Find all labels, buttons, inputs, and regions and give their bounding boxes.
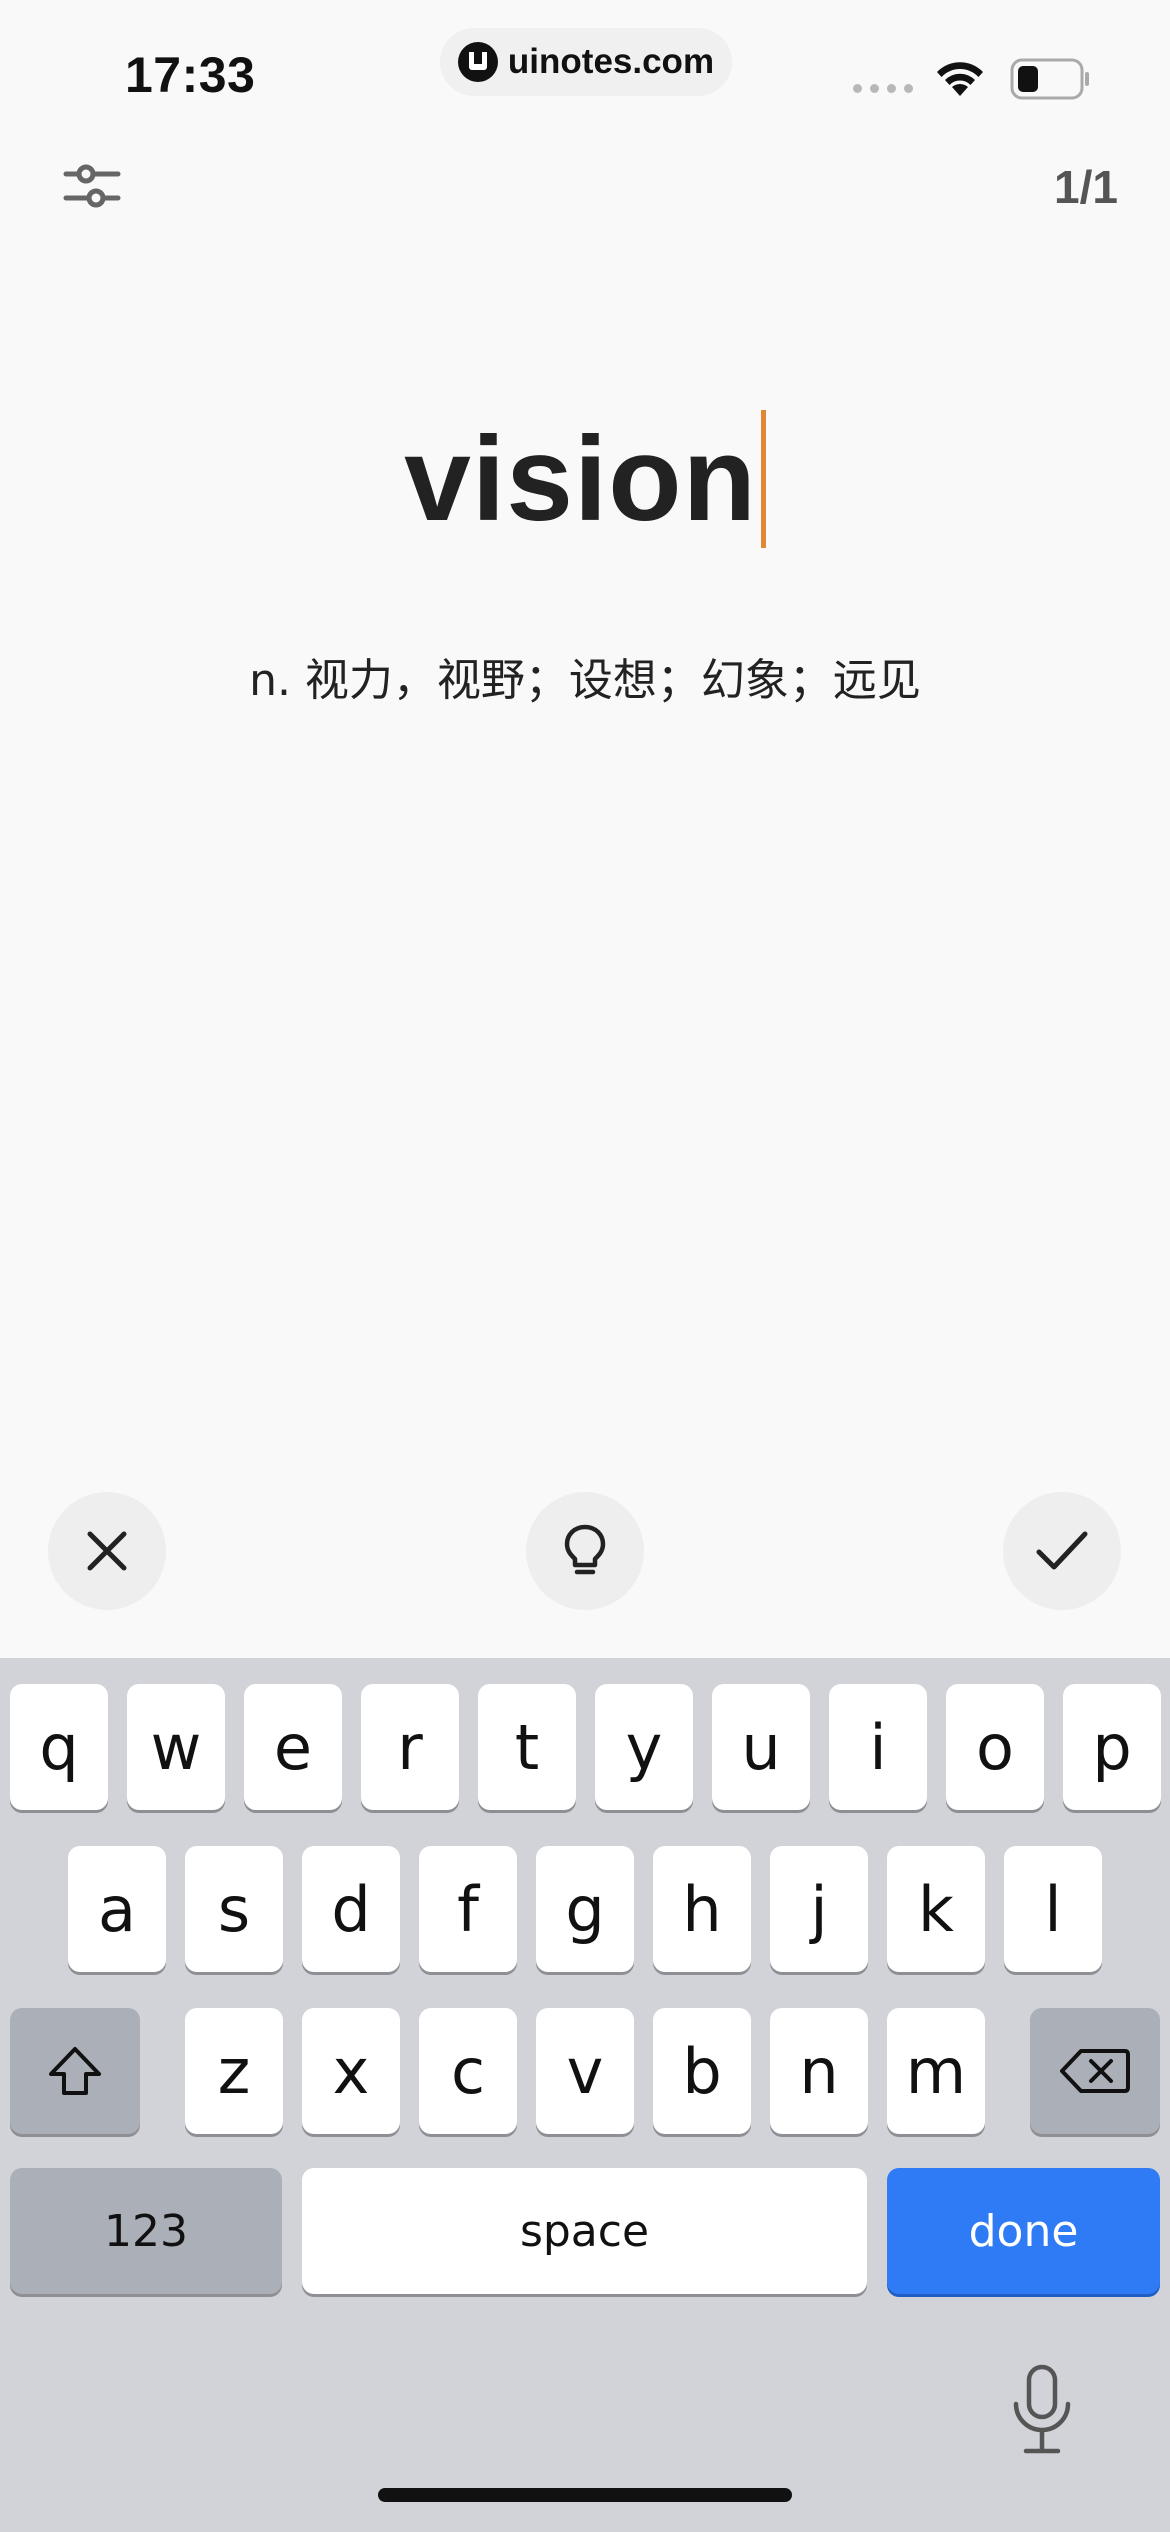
key-a[interactable]: a	[68, 1846, 166, 1972]
cellular-signal-icon	[853, 84, 913, 93]
wifi-icon	[937, 62, 983, 96]
key-f[interactable]: f	[419, 1846, 517, 1972]
screen: 17:33 uinotes.com 1/1 vision n. 视力，视野；设想…	[0, 0, 1170, 2532]
space-key[interactable]: space	[302, 2168, 867, 2294]
key-m[interactable]: m	[887, 2008, 985, 2134]
backspace-key[interactable]	[1030, 2008, 1160, 2134]
status-time: 17:33	[125, 47, 256, 103]
key-q[interactable]: q	[10, 1684, 108, 1810]
text-caret	[760, 410, 766, 548]
lightbulb-icon	[564, 1524, 606, 1575]
key-c[interactable]: c	[419, 2008, 517, 2134]
wrong-button[interactable]	[48, 1492, 166, 1610]
key-e[interactable]: e	[244, 1684, 342, 1810]
key-w[interactable]: w	[127, 1684, 225, 1810]
shift-key[interactable]	[10, 2008, 140, 2134]
hint-button[interactable]	[526, 1492, 644, 1610]
key-y[interactable]: y	[595, 1684, 693, 1810]
key-j[interactable]: j	[770, 1846, 868, 1972]
key-t[interactable]: t	[478, 1684, 576, 1810]
key-v[interactable]: v	[536, 2008, 634, 2134]
key-d[interactable]: d	[302, 1846, 400, 1972]
numbers-key[interactable]: 123	[10, 2168, 282, 2294]
key-z[interactable]: z	[185, 2008, 283, 2134]
key-o[interactable]: o	[946, 1684, 1044, 1810]
key-k[interactable]: k	[887, 1846, 985, 1972]
home-indicator[interactable]	[378, 2488, 792, 2502]
key-x[interactable]: x	[302, 2008, 400, 2134]
key-h[interactable]: h	[653, 1846, 751, 1972]
key-g[interactable]: g	[536, 1846, 634, 1972]
done-key[interactable]: done	[887, 2168, 1160, 2294]
checkmark-icon	[1036, 1531, 1088, 1570]
sliders-icon	[63, 164, 121, 208]
word-definition: n. 视力，视野；设想；幻象；远见	[249, 655, 921, 706]
shift-arrow-icon	[49, 2047, 101, 2095]
close-icon	[87, 1531, 127, 1571]
card-counter: 1/1	[1054, 161, 1118, 213]
microphone-icon[interactable]	[1010, 2364, 1074, 2456]
site-logo-icon	[457, 42, 498, 82]
keyboard: q w e r t y u i o p a s d f g h j k l z …	[0, 1658, 1170, 2532]
key-s[interactable]: s	[185, 1846, 283, 1972]
correct-button[interactable]	[1003, 1492, 1121, 1610]
key-p[interactable]: p	[1063, 1684, 1161, 1810]
settings-button[interactable]	[62, 158, 122, 214]
word-input-area[interactable]: vision	[0, 410, 1170, 548]
battery-icon	[1010, 58, 1089, 100]
url-pill[interactable]: uinotes.com	[440, 28, 732, 96]
key-i[interactable]: i	[829, 1684, 927, 1810]
key-u[interactable]: u	[712, 1684, 810, 1810]
url-text: uinotes.com	[507, 42, 715, 81]
word-text: vision	[404, 412, 757, 546]
key-n[interactable]: n	[770, 2008, 868, 2134]
key-r[interactable]: r	[361, 1684, 459, 1810]
backspace-icon	[1060, 2049, 1130, 2093]
key-b[interactable]: b	[653, 2008, 751, 2134]
key-l[interactable]: l	[1004, 1846, 1102, 1972]
